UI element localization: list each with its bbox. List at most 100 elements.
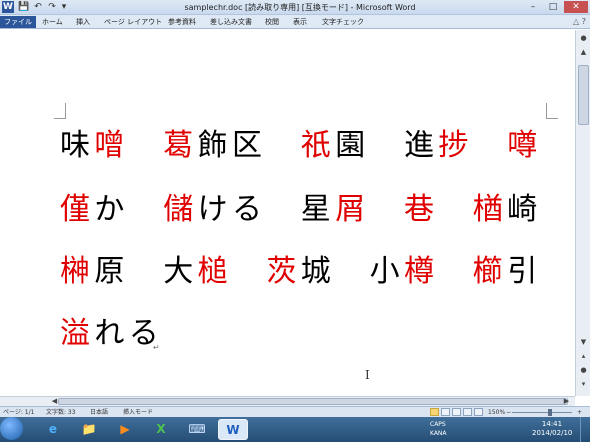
text-char: か	[94, 192, 125, 227]
crop-mark-left	[54, 103, 66, 119]
tab-references[interactable]: 参考資料	[168, 16, 196, 28]
highlighted-kanji: 茨	[266, 254, 297, 289]
minimize-button[interactable]: –	[524, 1, 542, 13]
next-page-button[interactable]: ▾	[577, 378, 590, 390]
tab-character-check[interactable]: 文字チェック	[322, 16, 364, 28]
word-app-icon[interactable]: W	[2, 1, 14, 13]
clock-date: 2014/02/10	[532, 429, 573, 437]
text-char: れ	[94, 316, 125, 351]
status-bar: ページ: 1/1 文字数: 33 日本語 挿入モード 150% − +	[0, 406, 590, 417]
text-char: 園	[335, 128, 366, 163]
highlighted-kanji: 僅	[60, 192, 90, 227]
highlighted-kanji: 溢	[60, 316, 90, 351]
internet-explorer-icon[interactable]: e	[38, 419, 68, 440]
text-char	[129, 190, 159, 230]
text-char: 小	[369, 254, 400, 289]
text-char	[129, 126, 159, 166]
draft-view-icon[interactable]	[474, 408, 483, 416]
text-char	[370, 126, 400, 166]
highlighted-kanji: 榊	[60, 254, 90, 289]
outline-view-icon[interactable]	[463, 408, 472, 416]
highlighted-kanji: 祇	[300, 128, 331, 163]
text-char: 引	[507, 254, 538, 289]
document-page[interactable]: 味噌 葛飾区 祇園 進捗 噂僅か 儲ける 星屑 巷 楢崎榊原 大槌 茨城 小樽 …	[0, 30, 575, 396]
tab-page-layout[interactable]: ページ レイアウト	[104, 16, 162, 28]
web-layout-view-icon[interactable]	[452, 408, 461, 416]
text-char	[473, 126, 503, 166]
ime-status-indicator[interactable]: CAPS KANA	[430, 420, 447, 438]
text-char	[232, 252, 262, 292]
text-char	[266, 190, 296, 230]
save-icon[interactable]: 💾	[18, 1, 30, 13]
text-char: け	[197, 192, 228, 227]
text-char: 区	[232, 128, 262, 163]
full-screen-view-icon[interactable]	[441, 408, 450, 416]
highlighted-kanji: 噌	[94, 128, 125, 163]
horizontal-scroll-thumb[interactable]	[58, 398, 568, 405]
ruler-toggle-icon[interactable]: ●	[577, 32, 590, 44]
show-desktop-button[interactable]	[580, 417, 590, 442]
highlighted-kanji: 楢	[472, 192, 503, 227]
tab-view[interactable]: 表示	[293, 16, 307, 28]
text-char	[438, 190, 468, 230]
text-char: 大	[163, 254, 194, 289]
text-char	[129, 252, 159, 292]
text-char: 星	[300, 192, 331, 227]
highlighted-kanji: 噂	[507, 128, 538, 163]
text-char: 崎	[507, 192, 538, 227]
media-player-icon[interactable]: ▶	[110, 419, 140, 440]
text-char: 城	[300, 254, 331, 289]
undo-icon[interactable]: ↶	[32, 1, 44, 13]
word-taskbar-icon[interactable]: W	[218, 419, 248, 440]
title-bar: W 💾 ↶ ↷ ▾ samplechr.doc [読み取り専用] [互換モード]…	[0, 0, 590, 15]
explorer-folder-icon[interactable]: 📁	[74, 419, 104, 440]
close-button[interactable]: ✕	[564, 1, 588, 13]
highlighted-kanji: 巷	[404, 192, 434, 227]
tab-mailings[interactable]: 差し込み文書	[210, 16, 252, 28]
text-char: 飾	[197, 128, 228, 163]
maximize-button[interactable]: □	[544, 1, 562, 13]
previous-page-button[interactable]: ▴	[577, 350, 590, 362]
browse-object-button[interactable]: ●	[577, 364, 590, 376]
tab-review[interactable]: 校閲	[265, 16, 279, 28]
tab-insert[interactable]: 挿入	[76, 16, 90, 28]
text-char	[438, 252, 468, 292]
highlighted-kanji: 屑	[335, 192, 366, 227]
zoom-slider-thumb[interactable]	[548, 409, 552, 416]
vertical-scrollbar[interactable]: ● ▲ ▼ ▴ ● ▾	[575, 30, 590, 396]
taskbar-clock[interactable]: 14:41 2014/02/10	[532, 420, 572, 438]
redo-icon[interactable]: ↷	[46, 1, 58, 13]
highlighted-kanji: 槌	[197, 254, 228, 289]
vertical-scroll-thumb[interactable]	[578, 65, 589, 125]
start-button[interactable]	[0, 417, 23, 440]
text-char: 進	[404, 128, 434, 163]
window-title: samplechr.doc [読み取り専用] [互換モード] - Microso…	[184, 3, 416, 12]
customize-qat-icon[interactable]: ▾	[58, 1, 70, 13]
tab-file[interactable]: ファイル	[0, 16, 36, 28]
text-char: 原	[94, 254, 125, 289]
ribbon-tabs: ファイル ホーム 挿入 ページ レイアウト 参考資料 差し込み文書 校閲 表示 …	[0, 15, 590, 29]
help-icon[interactable]: △ ?	[573, 16, 586, 28]
print-layout-view-icon[interactable]	[430, 408, 439, 416]
highlighted-kanji: 儲	[163, 192, 194, 227]
text-char: る	[232, 192, 262, 227]
crop-mark-right	[546, 103, 558, 119]
input-method-icon[interactable]: ⌨	[182, 419, 212, 440]
text-char	[335, 252, 365, 292]
scroll-down-button[interactable]: ▼	[577, 336, 590, 348]
horizontal-scrollbar[interactable]: ◀ ▶	[0, 396, 575, 406]
highlighted-kanji: 櫛	[472, 254, 503, 289]
highlighted-kanji: 葛	[163, 128, 194, 163]
paragraph-mark-icon: ↵	[153, 343, 160, 352]
tab-home[interactable]: ホーム	[42, 16, 63, 28]
text-char: 味	[60, 128, 90, 163]
scroll-up-button[interactable]: ▲	[577, 46, 590, 58]
highlighted-kanji: 捗	[438, 128, 469, 163]
clock-time: 14:41	[541, 420, 563, 428]
zoom-slider[interactable]	[512, 412, 572, 413]
ibeam-cursor-icon: I	[365, 368, 370, 382]
highlighted-kanji: 樽	[404, 254, 434, 289]
excel-icon[interactable]: X	[146, 419, 176, 440]
text-char	[266, 126, 296, 166]
windows-taskbar: e 📁 ▶ X ⌨ W CAPS KANA 14:41 2014/02/10	[0, 417, 590, 442]
